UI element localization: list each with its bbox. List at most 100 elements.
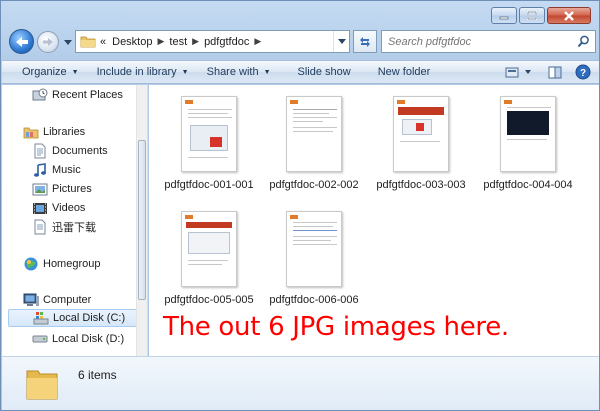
file-item[interactable]: pdfgtfdoc-002-002 bbox=[264, 96, 364, 191]
file-name: pdfgtfdoc-002-002 bbox=[269, 179, 359, 191]
change-view-button[interactable] bbox=[503, 63, 537, 81]
nav-music[interactable]: Music bbox=[32, 161, 137, 179]
nav-thunder-downloads[interactable]: 迅雷下载 bbox=[32, 218, 137, 236]
breadcrumb-pdfgtfdoc[interactable]: pdfgtfdoc bbox=[201, 36, 252, 48]
chevron-right-icon[interactable]: ▶ bbox=[252, 36, 263, 47]
pictures-icon bbox=[32, 181, 48, 197]
nav-local-disk-d[interactable]: Local Disk (D:) bbox=[32, 330, 137, 348]
minimize-button[interactable] bbox=[491, 7, 517, 24]
nav-label: Documents bbox=[52, 145, 108, 157]
include-in-library-button[interactable]: Include in library ▼ bbox=[88, 61, 198, 83]
chevron-down-icon bbox=[64, 39, 72, 45]
item-count: 6 items bbox=[78, 367, 117, 382]
preview-pane-button[interactable] bbox=[545, 63, 565, 81]
annotation-text: The out 6 JPG images here. bbox=[163, 312, 509, 342]
share-label: Share with bbox=[206, 66, 259, 78]
organize-button[interactable]: Organize ▼ bbox=[2, 61, 88, 83]
caption-buttons bbox=[491, 7, 591, 24]
nav-homegroup[interactable]: Homegroup bbox=[23, 255, 137, 273]
scrollbar-thumb[interactable] bbox=[138, 140, 146, 300]
file-thumbnail bbox=[286, 96, 342, 172]
chevron-right-icon[interactable]: ▶ bbox=[155, 36, 166, 47]
minimize-icon bbox=[499, 16, 509, 19]
nav-label: Homegroup bbox=[43, 258, 101, 270]
search-input[interactable] bbox=[388, 35, 573, 48]
recent-places-icon bbox=[32, 87, 48, 103]
file-item[interactable]: pdfgtfdoc-001-001 bbox=[159, 96, 259, 191]
nav-label: Videos bbox=[52, 202, 86, 214]
help-icon: ? bbox=[575, 64, 591, 80]
close-button[interactable] bbox=[547, 7, 591, 24]
folder-icon bbox=[22, 364, 62, 404]
slideshow-label: Slide show bbox=[297, 66, 351, 78]
view-icon bbox=[505, 67, 531, 78]
organize-label: Organize bbox=[22, 66, 67, 78]
music-icon bbox=[32, 162, 48, 178]
address-bar[interactable]: « Desktop ▶ test ▶ pdfgtfdoc ▶ bbox=[75, 30, 350, 53]
chevron-down-icon: ▼ bbox=[263, 68, 271, 76]
breadcrumb-test[interactable]: test bbox=[166, 36, 190, 48]
nav-label: Local Disk (D:) bbox=[52, 333, 125, 345]
address-history-button[interactable] bbox=[333, 31, 349, 52]
search-icon[interactable] bbox=[577, 35, 590, 51]
folder-icon bbox=[79, 33, 97, 51]
new-folder-button[interactable]: New folder bbox=[360, 61, 440, 83]
nav-label: Recent Places bbox=[52, 89, 123, 101]
documents-icon bbox=[32, 143, 48, 159]
preview-pane-icon bbox=[548, 66, 562, 78]
details-pane: 6 items bbox=[2, 356, 599, 410]
maximize-icon bbox=[527, 11, 537, 20]
file-thumbnail bbox=[181, 211, 237, 287]
navigation-scrollbar[interactable] bbox=[136, 85, 147, 356]
include-label: Include in library bbox=[96, 66, 177, 78]
explorer-window: « Desktop ▶ test ▶ pdfgtfdoc ▶ Organize ▼… bbox=[0, 0, 600, 411]
maximize-button[interactable] bbox=[519, 7, 545, 24]
back-button[interactable] bbox=[9, 29, 34, 54]
share-with-button[interactable]: Share with ▼ bbox=[198, 61, 280, 83]
file-name: pdfgtfdoc-005-005 bbox=[164, 294, 254, 306]
newfolder-label: New folder bbox=[377, 66, 431, 78]
homegroup-icon bbox=[23, 256, 39, 272]
nav-computer[interactable]: Computer bbox=[23, 291, 137, 309]
forward-button[interactable] bbox=[37, 31, 59, 53]
navigation-pane: Recent Places Libraries Documents Music … bbox=[2, 85, 148, 356]
nav-label: Pictures bbox=[52, 183, 92, 195]
nav-label: Music bbox=[52, 164, 81, 176]
file-item[interactable]: pdfgtfdoc-006-006 bbox=[264, 211, 364, 306]
file-thumbnail bbox=[181, 96, 237, 172]
nav-pictures[interactable]: Pictures bbox=[32, 180, 137, 198]
navigation-row: « Desktop ▶ test ▶ pdfgtfdoc ▶ bbox=[5, 27, 597, 57]
forward-arrow-icon bbox=[43, 38, 53, 46]
nav-local-disk-c[interactable]: Local Disk (C:) bbox=[8, 309, 137, 327]
chevron-right-icon[interactable]: ▶ bbox=[190, 36, 201, 47]
nav-label: Libraries bbox=[43, 126, 86, 138]
libraries-icon bbox=[23, 124, 39, 140]
nav-videos[interactable]: Videos bbox=[32, 199, 137, 217]
file-name: pdfgtfdoc-001-001 bbox=[164, 179, 254, 191]
drive-icon bbox=[32, 331, 48, 347]
nav-recent-places[interactable]: Recent Places bbox=[32, 86, 137, 104]
nav-label: 迅雷下载 bbox=[52, 222, 96, 234]
chevron-down-icon: ▼ bbox=[181, 68, 189, 76]
file-name: pdfgtfdoc-004-004 bbox=[483, 179, 573, 191]
refresh-icon bbox=[360, 36, 370, 47]
file-thumbnail bbox=[500, 96, 556, 172]
refresh-button[interactable] bbox=[353, 30, 377, 53]
breadcrumb-desktop[interactable]: Desktop bbox=[109, 36, 155, 48]
file-name: pdfgtfdoc-006-006 bbox=[269, 294, 359, 306]
recent-pages-button[interactable] bbox=[63, 37, 73, 47]
downloads-folder-icon bbox=[32, 219, 48, 235]
search-box[interactable] bbox=[381, 30, 596, 53]
file-item[interactable]: pdfgtfdoc-003-003 bbox=[371, 96, 471, 191]
file-item[interactable]: pdfgtfdoc-005-005 bbox=[159, 211, 259, 306]
file-item[interactable]: pdfgtfdoc-004-004 bbox=[478, 96, 578, 191]
chevron-down-icon bbox=[337, 39, 346, 44]
svg-text:?: ? bbox=[580, 68, 586, 79]
nav-documents[interactable]: Documents bbox=[32, 142, 137, 160]
breadcrumb-overflow[interactable]: « bbox=[97, 36, 109, 48]
help-button[interactable]: ? bbox=[573, 63, 593, 81]
slide-show-button[interactable]: Slide show bbox=[280, 61, 360, 83]
nav-libraries[interactable]: Libraries bbox=[23, 123, 137, 141]
close-icon bbox=[564, 10, 574, 21]
toolbar-right: ? bbox=[503, 63, 593, 81]
